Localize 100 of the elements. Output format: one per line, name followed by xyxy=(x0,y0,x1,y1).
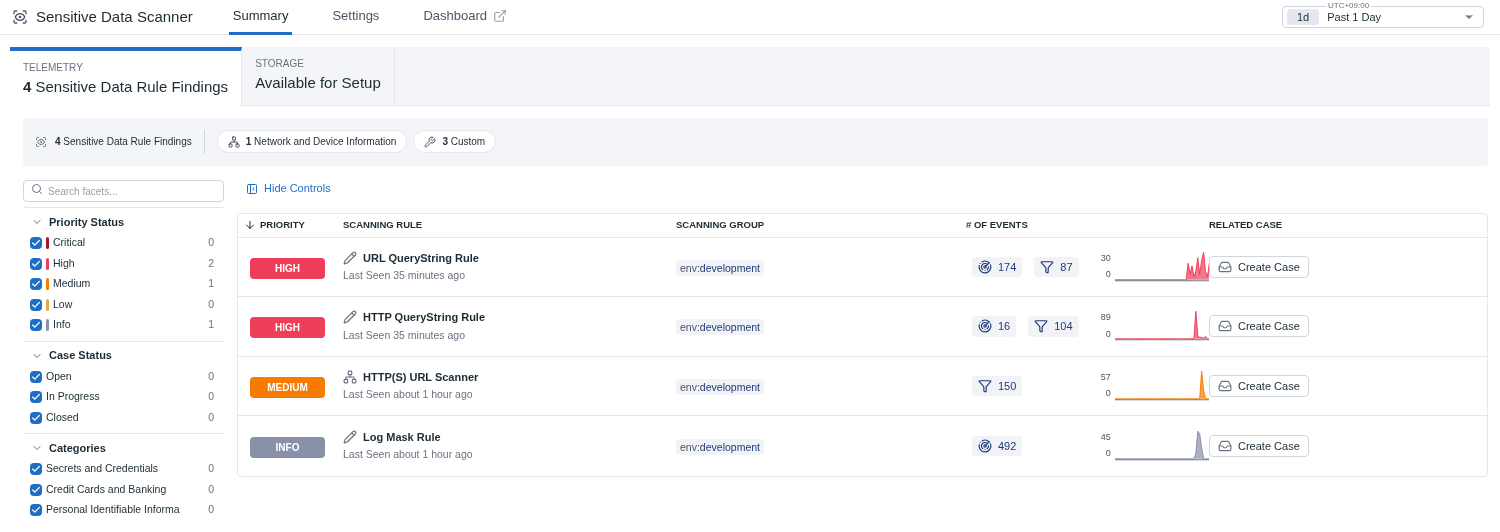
group-tag: env:development xyxy=(676,438,764,455)
priority-badge: HIGH xyxy=(250,317,325,339)
axis-label: 0 xyxy=(1105,447,1111,461)
check-icon xyxy=(31,505,41,516)
facet-label: Info xyxy=(53,317,71,333)
priority-badge: INFO xyxy=(250,436,325,458)
last-seen-text: Last Seen 35 minutes ago xyxy=(343,327,466,343)
rule-name[interactable]: URL QueryString Rule xyxy=(363,249,479,267)
checkbox[interactable] xyxy=(30,257,42,270)
rule-name[interactable]: HTTP(S) URL Scanner xyxy=(363,368,479,386)
facet-count: 0 xyxy=(208,296,214,312)
facet-label: In Progress xyxy=(46,389,100,405)
column-header: SCANNING GROUP xyxy=(676,217,766,232)
event-count-chip[interactable]: 16 xyxy=(972,316,1017,337)
hide-controls-link[interactable]: Hide Controls xyxy=(246,180,331,197)
check-icon xyxy=(31,279,41,290)
pencil-icon xyxy=(343,310,357,325)
priority-badge: MEDIUM xyxy=(250,376,325,398)
filter-icon xyxy=(1034,319,1049,334)
checkbox[interactable] xyxy=(30,411,42,424)
sort-arrow-icon xyxy=(244,219,256,231)
radar-icon xyxy=(978,438,992,453)
event-count-chip[interactable]: 87 xyxy=(1034,256,1079,277)
axis-label: 57 xyxy=(1100,370,1111,384)
filter-icon xyxy=(1040,259,1055,274)
nav-tab[interactable]: Settings xyxy=(328,0,384,35)
pencil-icon xyxy=(343,429,357,444)
column-header: RELATED CASE xyxy=(1209,217,1284,232)
facet-label: Critical xyxy=(53,235,86,251)
check-icon xyxy=(31,320,41,331)
facet-label: Medium xyxy=(53,276,91,292)
check-icon xyxy=(31,371,41,382)
create-case-button[interactable]: Create Case xyxy=(1209,315,1309,338)
checkbox[interactable] xyxy=(30,463,42,476)
group-tag: env:development xyxy=(676,378,764,395)
priority-badge: HIGH xyxy=(250,257,325,279)
check-icon xyxy=(31,412,41,423)
create-case-button[interactable]: Create Case xyxy=(1209,434,1309,457)
source-tab[interactable]: STORAGE Available for Setup xyxy=(242,47,395,105)
checkbox[interactable] xyxy=(30,298,42,311)
facet-group-header[interactable]: Priority Status xyxy=(23,214,125,230)
scanner-icon xyxy=(35,135,47,148)
facet-label: High xyxy=(53,255,75,271)
checkbox[interactable] xyxy=(30,319,42,332)
rule-name[interactable]: Log Mask Rule xyxy=(363,428,441,446)
checkbox[interactable] xyxy=(30,391,42,404)
facet-group-header[interactable]: Categories xyxy=(23,440,106,456)
event-count-chip[interactable]: 104 xyxy=(1028,316,1079,337)
check-icon xyxy=(31,392,41,403)
check-icon xyxy=(31,484,41,495)
checkbox[interactable] xyxy=(30,504,42,517)
axis-label: 30 xyxy=(1100,251,1111,265)
facet-count: 2 xyxy=(208,255,214,271)
inbox-icon xyxy=(1218,378,1232,393)
radar-icon xyxy=(978,319,992,334)
facet-count: 1 xyxy=(208,317,214,333)
facet-count: 0 xyxy=(208,389,214,405)
event-count-chip[interactable]: 150 xyxy=(972,375,1023,396)
create-case-button[interactable]: Create Case xyxy=(1209,255,1309,278)
check-icon xyxy=(31,464,41,475)
last-seen-text: Last Seen 35 minutes ago xyxy=(343,268,466,284)
check-icon xyxy=(31,258,41,269)
checkbox[interactable] xyxy=(30,278,42,291)
facet-label: Closed xyxy=(46,409,79,425)
timezone-label: UTC+09:00 xyxy=(1326,2,1372,10)
axis-label: 45 xyxy=(1100,430,1111,444)
facet-label: Low xyxy=(53,296,73,312)
category-chip[interactable]: 3 Custom xyxy=(413,130,497,153)
scanner-logo-icon xyxy=(12,9,28,25)
checkbox[interactable] xyxy=(30,370,42,383)
axis-label: 0 xyxy=(1105,387,1111,401)
last-seen-text: Last Seen about 1 hour ago xyxy=(343,387,474,403)
nav-tab[interactable]: Dashboard xyxy=(419,0,511,35)
column-header: # OF EVENTS xyxy=(966,217,1029,232)
rule-name[interactable]: HTTP QueryString Rule xyxy=(363,309,486,326)
pencil-icon xyxy=(343,250,357,265)
filter-icon xyxy=(978,378,992,393)
category-chip[interactable]: 1 Network and Device Information xyxy=(216,130,408,153)
column-header[interactable]: PRIORITY xyxy=(238,217,343,233)
event-count-chip[interactable]: 174 xyxy=(972,256,1023,277)
event-count-chip[interactable]: 492 xyxy=(972,435,1023,456)
column-header: SCANNING RULE xyxy=(343,217,424,232)
search-field[interactable]: Search facets... xyxy=(23,180,224,202)
facet-count: 0 xyxy=(208,235,214,251)
group-tag: env:development xyxy=(676,319,764,336)
checkbox[interactable] xyxy=(30,237,42,250)
network-icon xyxy=(343,369,357,384)
axis-label: 0 xyxy=(1105,268,1111,282)
facet-group-header[interactable]: Case Status xyxy=(23,347,112,364)
facet-count: 0 xyxy=(208,481,214,497)
nav-tab[interactable]: Summary xyxy=(228,0,293,35)
facet-label: Personal Identifiable Informa xyxy=(46,502,180,518)
facet-count: 0 xyxy=(208,368,214,384)
total-findings: 4 Sensitive Data Rule Findings xyxy=(55,135,192,149)
radar-icon xyxy=(978,259,992,274)
checkbox[interactable] xyxy=(30,483,42,496)
facet-count: 0 xyxy=(208,461,214,477)
panel-collapse-icon xyxy=(246,182,258,195)
source-tab[interactable]: TELEMETRY 4 Sensitive Data Rule Findings xyxy=(10,47,243,106)
create-case-button[interactable]: Create Case xyxy=(1209,374,1309,397)
